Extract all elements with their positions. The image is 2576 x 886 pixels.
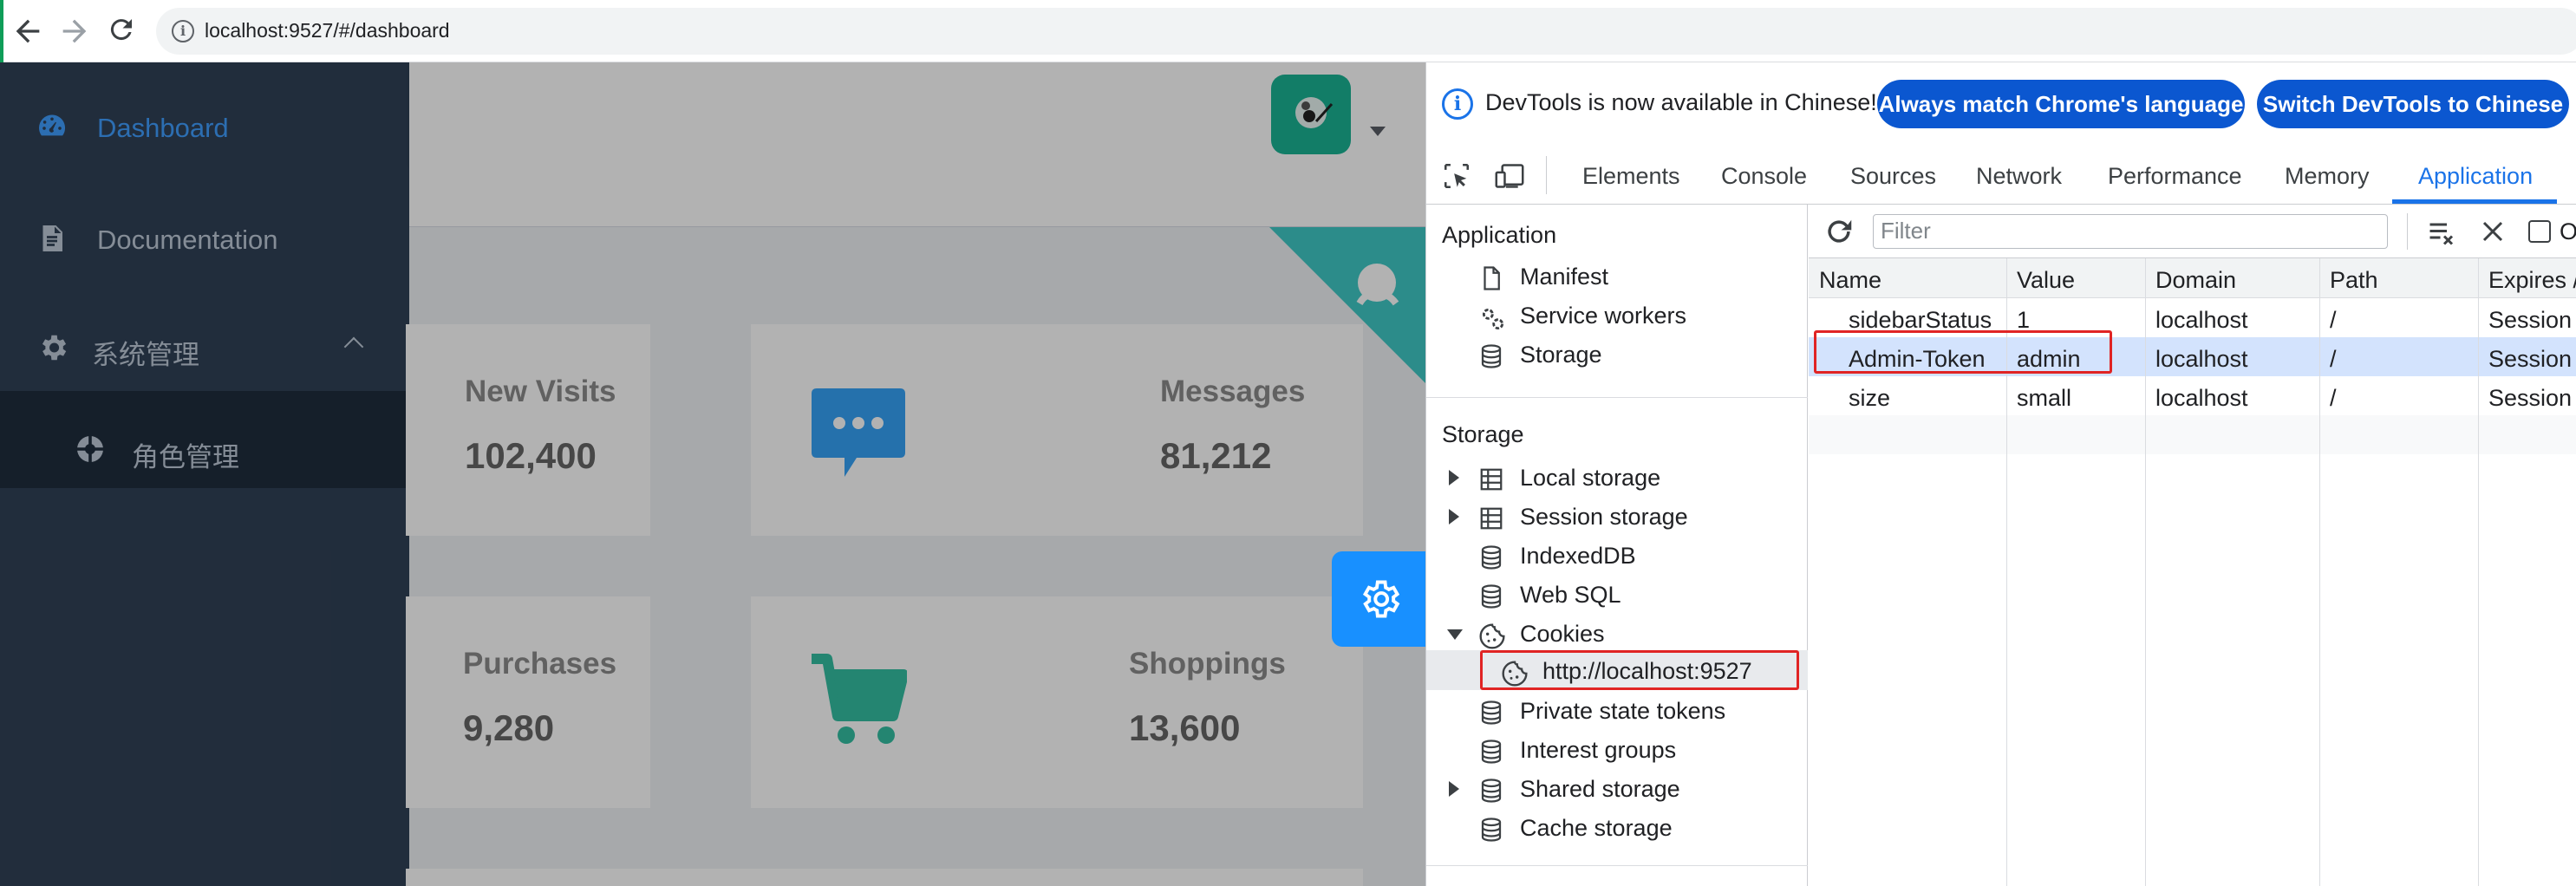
tree-item-label: Web SQL xyxy=(1520,582,1621,608)
cell-expires: Session xyxy=(2488,346,2573,372)
cell-path: / xyxy=(2330,346,2337,372)
file-icon xyxy=(1478,265,1504,291)
device-toolbar-icon[interactable] xyxy=(1494,161,1525,195)
devtools-tabbar: Elements Console Sources Network Perform… xyxy=(1426,146,2576,205)
tree-item-label: Interest groups xyxy=(1520,737,1677,763)
refresh-icon[interactable] xyxy=(1823,215,1855,252)
tab-network[interactable]: Network xyxy=(1976,163,2062,190)
back-icon[interactable] xyxy=(10,14,45,49)
tab-sources[interactable]: Sources xyxy=(1850,163,1936,190)
cell-value: small xyxy=(2017,385,2072,411)
tree-item-label: Storage xyxy=(1520,342,1602,368)
forward-icon[interactable] xyxy=(57,14,92,49)
filter-input[interactable]: Filter xyxy=(1873,214,2388,249)
tree-item-label: Session storage xyxy=(1520,504,1688,530)
database-icon xyxy=(1478,817,1504,843)
always-match-language-button[interactable]: Always match Chrome's language xyxy=(1877,80,2245,128)
tab-memory[interactable]: Memory xyxy=(2285,163,2370,190)
cell-domain: localhost xyxy=(2155,307,2248,333)
column-divider xyxy=(2145,258,2146,886)
cell-name: size xyxy=(1849,385,1891,411)
switch-to-chinese-button[interactable]: Switch DevTools to Chinese xyxy=(2257,80,2569,128)
tree-item-label: Local storage xyxy=(1520,465,1661,491)
tab-console[interactable]: Console xyxy=(1721,163,1807,190)
only-show-issues-checkbox[interactable] xyxy=(2528,220,2551,243)
column-header-value[interactable]: Value xyxy=(2017,267,2075,294)
expand-arrow-icon[interactable] xyxy=(1449,509,1459,524)
column-divider xyxy=(2478,258,2479,886)
tab-performance[interactable]: Performance xyxy=(2108,163,2242,190)
section-header-storage: Storage xyxy=(1442,421,1524,447)
tree-item-label: Private state tokens xyxy=(1520,698,1726,724)
application-sidebar: Application Manifest Service workers Sto… xyxy=(1426,205,1808,886)
web-app: Dashboard Documentation 系统管理 角色管理 New Vi… xyxy=(0,62,1425,886)
database-icon xyxy=(1478,343,1504,369)
cell-path: / xyxy=(2330,385,2337,411)
cookie-table-panel: Filter O Name Value Domain Path Expires … xyxy=(1809,205,2576,886)
tree-item-label: Shared storage xyxy=(1520,776,1680,802)
highlight-box xyxy=(1814,330,2112,374)
database-icon xyxy=(1478,739,1504,765)
url-text[interactable]: localhost:9527/#/dashboard xyxy=(205,19,450,42)
address-bar[interactable]: i localhost:9527/#/dashboard xyxy=(156,8,2576,55)
cell-expires: Session xyxy=(2488,307,2573,333)
gears-icon xyxy=(1478,304,1504,330)
cookie-icon xyxy=(1478,622,1505,649)
cell-domain: localhost xyxy=(2155,385,2248,411)
table-icon xyxy=(1478,466,1504,492)
cell-path: / xyxy=(2330,307,2337,333)
database-icon xyxy=(1478,544,1504,570)
banner-message: DevTools is now available in Chinese! xyxy=(1485,89,1877,115)
highlight-box xyxy=(1480,650,1799,690)
window-edge xyxy=(0,0,3,62)
tab-elements[interactable]: Elements xyxy=(1582,163,1680,190)
tab-application[interactable]: Application xyxy=(2418,163,2533,190)
column-header-name[interactable]: Name xyxy=(1819,267,1881,294)
expand-arrow-icon[interactable] xyxy=(1449,781,1459,797)
column-header-path[interactable]: Path xyxy=(2330,267,2378,294)
database-icon xyxy=(1478,700,1504,726)
cell-expires: Session xyxy=(2488,385,2573,411)
site-info-icon[interactable]: i xyxy=(172,20,194,42)
table-icon xyxy=(1478,505,1504,531)
divider xyxy=(1426,397,1808,398)
language-banner: i DevTools is now available in Chinese! … xyxy=(1426,62,2576,146)
modal-overlay[interactable] xyxy=(0,62,1425,886)
column-divider xyxy=(2319,258,2320,886)
info-icon: i xyxy=(1442,88,1473,120)
tree-item-label: Service workers xyxy=(1520,303,1687,329)
database-icon xyxy=(1478,778,1504,804)
cell-domain: localhost xyxy=(2155,346,2248,372)
cookie-toolbar: Filter O xyxy=(1809,205,2576,258)
browser-toolbar: i localhost:9527/#/dashboard xyxy=(0,0,2576,62)
divider xyxy=(1426,865,1808,866)
database-icon xyxy=(1478,583,1504,609)
delete-selected-icon[interactable] xyxy=(2480,218,2506,249)
divider xyxy=(1546,156,1547,194)
table-row-empty xyxy=(1809,415,2576,454)
clear-all-icon[interactable] xyxy=(2426,217,2457,252)
tree-item-label: IndexedDB xyxy=(1520,543,1636,569)
devtools-panel: i DevTools is now available in Chinese! … xyxy=(1425,62,2576,886)
tree-item-label: Manifest xyxy=(1520,264,1609,290)
expand-arrow-icon[interactable] xyxy=(1449,470,1459,485)
divider xyxy=(2407,213,2408,250)
column-header-domain[interactable]: Domain xyxy=(2155,267,2236,294)
section-header-application: Application xyxy=(1442,222,1557,248)
tree-item-label: Cache storage xyxy=(1520,815,1673,841)
reload-icon[interactable] xyxy=(104,14,139,49)
checkbox-label: O xyxy=(2560,218,2576,244)
settings-button[interactable] xyxy=(1332,551,1425,647)
tree-item-label: Cookies xyxy=(1520,621,1605,647)
collapse-arrow-icon[interactable] xyxy=(1447,629,1463,640)
inspect-element-icon[interactable] xyxy=(1442,161,1471,195)
column-header-expires[interactable]: Expires / xyxy=(2488,267,2576,294)
active-tab-indicator xyxy=(2392,199,2557,204)
